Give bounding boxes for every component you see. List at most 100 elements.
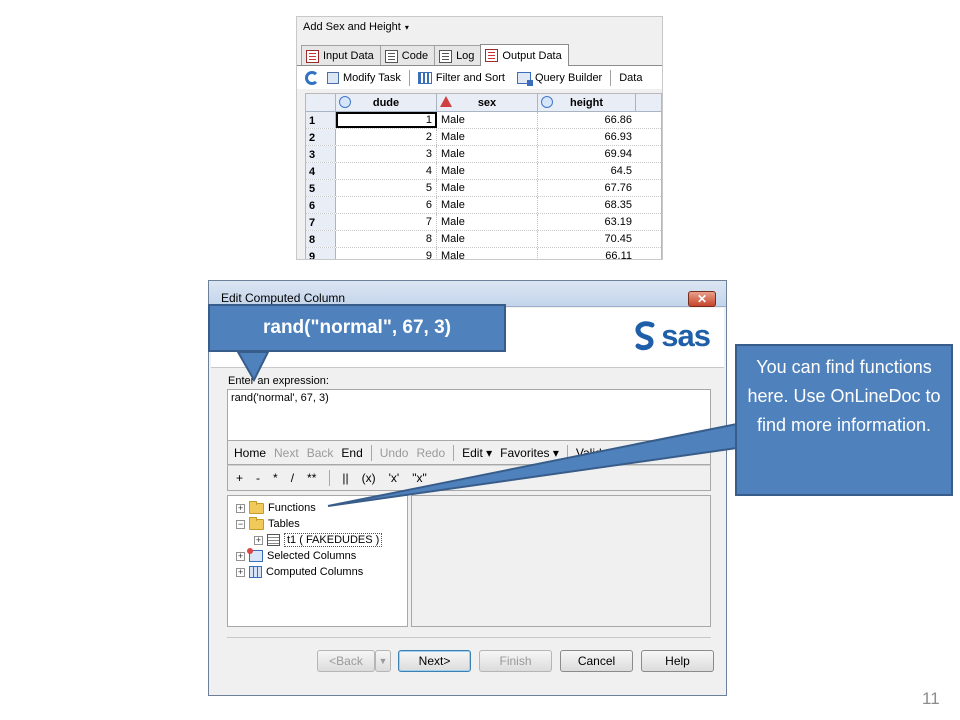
operator-plus-button[interactable]: +: [236, 471, 256, 485]
cell-sex[interactable]: Male: [437, 163, 538, 179]
expand-icon[interactable]: +: [254, 535, 263, 545]
query-builder-button[interactable]: Query Builder: [513, 71, 606, 86]
cell-sex[interactable]: Male: [437, 248, 538, 259]
cell-sex[interactable]: Male: [437, 129, 538, 145]
row-number-cell[interactable]: 4: [306, 163, 336, 179]
tree-item-computed-columns[interactable]: + Computed Columns: [228, 564, 407, 580]
validate-button[interactable]: Validate: [576, 446, 626, 460]
operator-multiply-button[interactable]: *: [273, 471, 291, 485]
tab-input-data[interactable]: Input Data: [301, 45, 381, 66]
operator-minus-button[interactable]: -: [256, 471, 273, 485]
cell-dude[interactable]: 7: [336, 214, 437, 230]
help-button[interactable]: Help: [641, 650, 714, 672]
numeric-column-icon: [541, 96, 553, 108]
column-header-height[interactable]: height: [538, 94, 636, 111]
cell-height[interactable]: 66.11: [538, 248, 636, 259]
collapse-icon[interactable]: −: [236, 519, 245, 529]
table-row[interactable]: 7 7 Male 63.19: [306, 214, 661, 231]
row-number-cell[interactable]: 7: [306, 214, 336, 230]
cell-height[interactable]: 63.19: [538, 214, 636, 230]
cell-height[interactable]: 70.45: [538, 231, 636, 247]
cell-dude[interactable]: 5: [336, 180, 437, 196]
cell-dude[interactable]: 8: [336, 231, 437, 247]
back-wizard-button[interactable]: <Back: [317, 650, 375, 672]
table-row[interactable]: 4 4 Male 64.5: [306, 163, 661, 180]
edit-menu-button[interactable]: Edit ▾: [462, 446, 500, 460]
refresh-icon[interactable]: [305, 70, 319, 85]
cell-sex[interactable]: Male: [437, 231, 538, 247]
filter-sort-button[interactable]: Filter and Sort: [414, 71, 509, 84]
table-row[interactable]: 8 8 Male 70.45: [306, 231, 661, 248]
expression-callout: rand("normal", 67, 3): [208, 304, 506, 352]
cell-dude[interactable]: 9: [336, 248, 437, 259]
cell-sex[interactable]: Male: [437, 146, 538, 162]
data-menu-button[interactable]: Data: [615, 72, 646, 84]
cell-sex[interactable]: Male: [437, 180, 538, 196]
expand-icon[interactable]: +: [236, 503, 245, 513]
undo-button[interactable]: Undo: [380, 446, 417, 460]
tree-item-selected-columns[interactable]: + Selected Columns: [228, 548, 407, 564]
cell-height[interactable]: 64.5: [538, 163, 636, 179]
cell-sex[interactable]: Male: [437, 112, 538, 128]
function-detail-pane: [411, 495, 711, 627]
expression-input[interactable]: rand('normal', 67, 3): [227, 389, 711, 441]
cell-height[interactable]: 69.94: [538, 146, 636, 162]
table-row[interactable]: 9 9 Male 66.11: [306, 248, 661, 259]
expand-icon[interactable]: +: [236, 567, 245, 577]
favorites-menu-button[interactable]: Favorites ▾: [500, 446, 567, 460]
cancel-button[interactable]: Cancel: [560, 650, 633, 672]
tab-output-data[interactable]: Output Data: [480, 44, 569, 66]
finish-button[interactable]: Finish: [479, 650, 552, 672]
cell-dude[interactable]: 6: [336, 197, 437, 213]
back-button[interactable]: Back: [307, 446, 342, 460]
row-number-cell[interactable]: 2: [306, 129, 336, 145]
tree-item-t1[interactable]: + t1 ( FAKEDUDES ): [228, 532, 407, 548]
operator-paren-button[interactable]: (x): [362, 471, 389, 485]
query-builder-icon: [516, 71, 533, 86]
table-icon: [306, 49, 319, 63]
table-row[interactable]: 6 6 Male 68.35: [306, 197, 661, 214]
row-number-cell[interactable]: 6: [306, 197, 336, 213]
cell-height[interactable]: 66.93: [538, 129, 636, 145]
modify-task-button[interactable]: Modify Task: [323, 71, 405, 84]
row-number-cell[interactable]: 9: [306, 248, 336, 259]
redo-button[interactable]: Redo: [416, 446, 453, 460]
operator-single-quote-button[interactable]: 'x': [389, 471, 413, 485]
row-number-cell[interactable]: 8: [306, 231, 336, 247]
table-row[interactable]: 3 3 Male 69.94: [306, 146, 661, 163]
back-dropdown-button[interactable]: ▼: [375, 650, 391, 672]
next-wizard-button[interactable]: Next>: [398, 650, 471, 672]
cell-dude[interactable]: 4: [336, 163, 437, 179]
tree-item-functions[interactable]: + Functions: [228, 500, 407, 516]
operator-power-button[interactable]: **: [307, 471, 329, 485]
table-row[interactable]: 5 5 Male 67.76: [306, 180, 661, 197]
column-header-sex[interactable]: sex: [437, 94, 538, 111]
table-row[interactable]: 1 1 Male 66.86: [306, 112, 661, 129]
row-number-cell[interactable]: 3: [306, 146, 336, 162]
cell-dude[interactable]: 1: [336, 112, 437, 128]
cell-dude[interactable]: 3: [336, 146, 437, 162]
operator-concat-button[interactable]: ||: [342, 471, 361, 485]
tab-code[interactable]: Code: [379, 45, 436, 66]
cell-dude[interactable]: 2: [336, 129, 437, 145]
column-header-dude[interactable]: dude: [336, 94, 437, 111]
next-button[interactable]: Next: [274, 446, 307, 460]
cell-height[interactable]: 67.76: [538, 180, 636, 196]
expand-icon[interactable]: +: [236, 551, 245, 561]
row-number-cell[interactable]: 1: [306, 112, 336, 128]
tab-log[interactable]: Log: [434, 45, 482, 66]
operator-divide-button[interactable]: /: [291, 471, 307, 485]
cell-sex[interactable]: Male: [437, 214, 538, 230]
toolbar-separator: [370, 444, 372, 461]
end-button[interactable]: End: [341, 446, 370, 460]
tree-item-tables[interactable]: − Tables: [228, 516, 407, 532]
task-title[interactable]: Add Sex and Height ▾: [303, 21, 409, 33]
cell-sex[interactable]: Male: [437, 197, 538, 213]
home-button[interactable]: Home: [234, 446, 274, 460]
row-number-cell[interactable]: 5: [306, 180, 336, 196]
operator-double-quote-button[interactable]: "x": [412, 471, 440, 485]
table-row[interactable]: 2 2 Male 66.93: [306, 129, 661, 146]
cell-height[interactable]: 66.86: [538, 112, 636, 128]
close-button[interactable]: ✕: [688, 291, 716, 307]
cell-height[interactable]: 68.35: [538, 197, 636, 213]
